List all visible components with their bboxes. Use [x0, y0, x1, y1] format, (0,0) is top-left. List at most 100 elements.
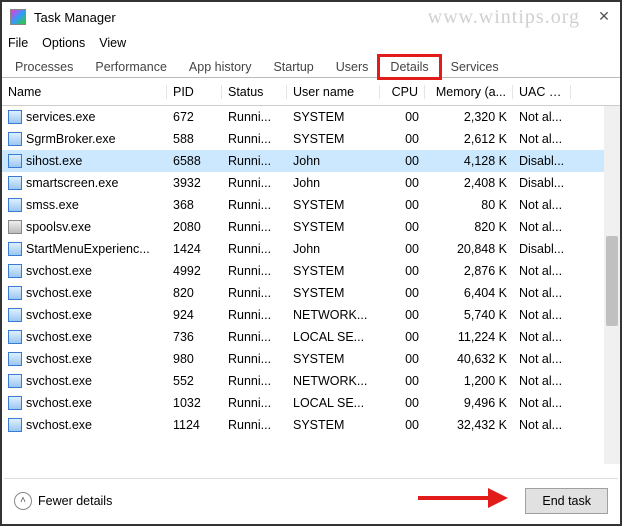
menu-file[interactable]: File	[8, 36, 28, 50]
table-row[interactable]: spoolsv.exe2080Runni...SYSTEM00820 KNot …	[2, 216, 620, 238]
table-row[interactable]: svchost.exe1032Runni...LOCAL SE...009,49…	[2, 392, 620, 414]
cell-pid: 1424	[167, 242, 222, 256]
process-name: svchost.exe	[26, 418, 92, 432]
cell-status: Runni...	[222, 176, 287, 190]
cell-status: Runni...	[222, 286, 287, 300]
cell-user: LOCAL SE...	[287, 396, 380, 410]
cell-cpu: 00	[380, 286, 425, 300]
table-row[interactable]: StartMenuExperienc...1424Runni...John002…	[2, 238, 620, 260]
table-row[interactable]: svchost.exe924Runni...NETWORK...005,740 …	[2, 304, 620, 326]
cell-uac: Not al...	[513, 110, 571, 124]
cell-user: SYSTEM	[287, 352, 380, 366]
chevron-up-icon: ˄	[14, 492, 32, 510]
annotation-arrow	[418, 488, 508, 508]
cell-pid: 672	[167, 110, 222, 124]
cell-uac: Not al...	[513, 220, 571, 234]
process-icon	[8, 264, 22, 278]
col-cpu[interactable]: CPU	[380, 85, 425, 99]
tab-users[interactable]: Users	[325, 56, 380, 77]
cell-cpu: 00	[380, 418, 425, 432]
cell-status: Runni...	[222, 396, 287, 410]
process-icon	[8, 308, 22, 322]
col-uac[interactable]: UAC vi...	[513, 85, 571, 99]
table-row[interactable]: svchost.exe980Runni...SYSTEM0040,632 KNo…	[2, 348, 620, 370]
cell-uac: Disabl...	[513, 154, 571, 168]
cell-cpu: 00	[380, 242, 425, 256]
cell-cpu: 00	[380, 154, 425, 168]
table-row[interactable]: SgrmBroker.exe588Runni...SYSTEM002,612 K…	[2, 128, 620, 150]
table-row[interactable]: services.exe672Runni...SYSTEM002,320 KNo…	[2, 106, 620, 128]
process-name: StartMenuExperienc...	[26, 242, 150, 256]
process-name: svchost.exe	[26, 330, 92, 344]
table-row[interactable]: svchost.exe552Runni...NETWORK...001,200 …	[2, 370, 620, 392]
cell-cpu: 00	[380, 374, 425, 388]
cell-status: Runni...	[222, 220, 287, 234]
cell-memory: 2,408 K	[425, 176, 513, 190]
tab-app-history[interactable]: App history	[178, 56, 263, 77]
cell-status: Runni...	[222, 352, 287, 366]
cell-user: SYSTEM	[287, 286, 380, 300]
cell-status: Runni...	[222, 264, 287, 278]
col-user[interactable]: User name	[287, 85, 380, 99]
col-pid[interactable]: PID	[167, 85, 222, 99]
cell-pid: 552	[167, 374, 222, 388]
menubar: File Options View	[2, 32, 620, 54]
cell-uac: Not al...	[513, 286, 571, 300]
fewer-details-button[interactable]: ˄ Fewer details	[14, 492, 112, 510]
cell-status: Runni...	[222, 374, 287, 388]
scroll-thumb[interactable]	[606, 236, 618, 326]
cell-uac: Not al...	[513, 132, 571, 146]
cell-cpu: 00	[380, 352, 425, 366]
menu-options[interactable]: Options	[42, 36, 85, 50]
table-row[interactable]: smartscreen.exe3932Runni...John002,408 K…	[2, 172, 620, 194]
cell-user: John	[287, 242, 380, 256]
process-name: smartscreen.exe	[26, 176, 118, 190]
table-row[interactable]: svchost.exe820Runni...SYSTEM006,404 KNot…	[2, 282, 620, 304]
cell-status: Runni...	[222, 308, 287, 322]
table-row[interactable]: svchost.exe736Runni...LOCAL SE...0011,22…	[2, 326, 620, 348]
watermark: www.wintips.org	[428, 6, 580, 29]
tab-processes[interactable]: Processes	[4, 56, 84, 77]
cell-user: SYSTEM	[287, 418, 380, 432]
tab-startup[interactable]: Startup	[262, 56, 324, 77]
process-name: svchost.exe	[26, 374, 92, 388]
cell-memory: 11,224 K	[425, 330, 513, 344]
app-icon	[10, 9, 26, 25]
cell-pid: 820	[167, 286, 222, 300]
cell-memory: 820 K	[425, 220, 513, 234]
cell-memory: 2,876 K	[425, 264, 513, 278]
end-task-button[interactable]: End task	[525, 488, 608, 514]
tab-details[interactable]: Details	[379, 56, 439, 78]
cell-cpu: 00	[380, 264, 425, 278]
tab-services[interactable]: Services	[440, 56, 510, 77]
tab-performance[interactable]: Performance	[84, 56, 178, 77]
table-row[interactable]: svchost.exe4992Runni...SYSTEM002,876 KNo…	[2, 260, 620, 282]
cell-status: Runni...	[222, 198, 287, 212]
col-status[interactable]: Status	[222, 85, 287, 99]
process-name: services.exe	[26, 110, 95, 124]
table-row[interactable]: svchost.exe1124Runni...SYSTEM0032,432 KN…	[2, 414, 620, 436]
process-icon	[8, 110, 22, 124]
cell-uac: Not al...	[513, 264, 571, 278]
cell-uac: Not al...	[513, 352, 571, 366]
process-name: smss.exe	[26, 198, 79, 212]
scrollbar-vertical[interactable]	[604, 106, 620, 464]
table-row[interactable]: sihost.exe6588Runni...John004,128 KDisab…	[2, 150, 620, 172]
col-memory[interactable]: Memory (a...	[425, 85, 513, 99]
close-icon[interactable]: ✕	[594, 6, 614, 26]
cell-pid: 588	[167, 132, 222, 146]
cell-memory: 20,848 K	[425, 242, 513, 256]
process-icon	[8, 396, 22, 410]
process-icon	[8, 154, 22, 168]
cell-memory: 2,612 K	[425, 132, 513, 146]
table-row[interactable]: smss.exe368Runni...SYSTEM0080 KNot al...	[2, 194, 620, 216]
col-name[interactable]: Name	[2, 85, 167, 99]
cell-user: SYSTEM	[287, 110, 380, 124]
cell-user: John	[287, 154, 380, 168]
cell-cpu: 00	[380, 198, 425, 212]
footer: ˄ Fewer details End task	[4, 478, 618, 522]
process-icon	[8, 286, 22, 300]
menu-view[interactable]: View	[99, 36, 126, 50]
process-icon	[8, 418, 22, 432]
process-icon	[8, 220, 22, 234]
